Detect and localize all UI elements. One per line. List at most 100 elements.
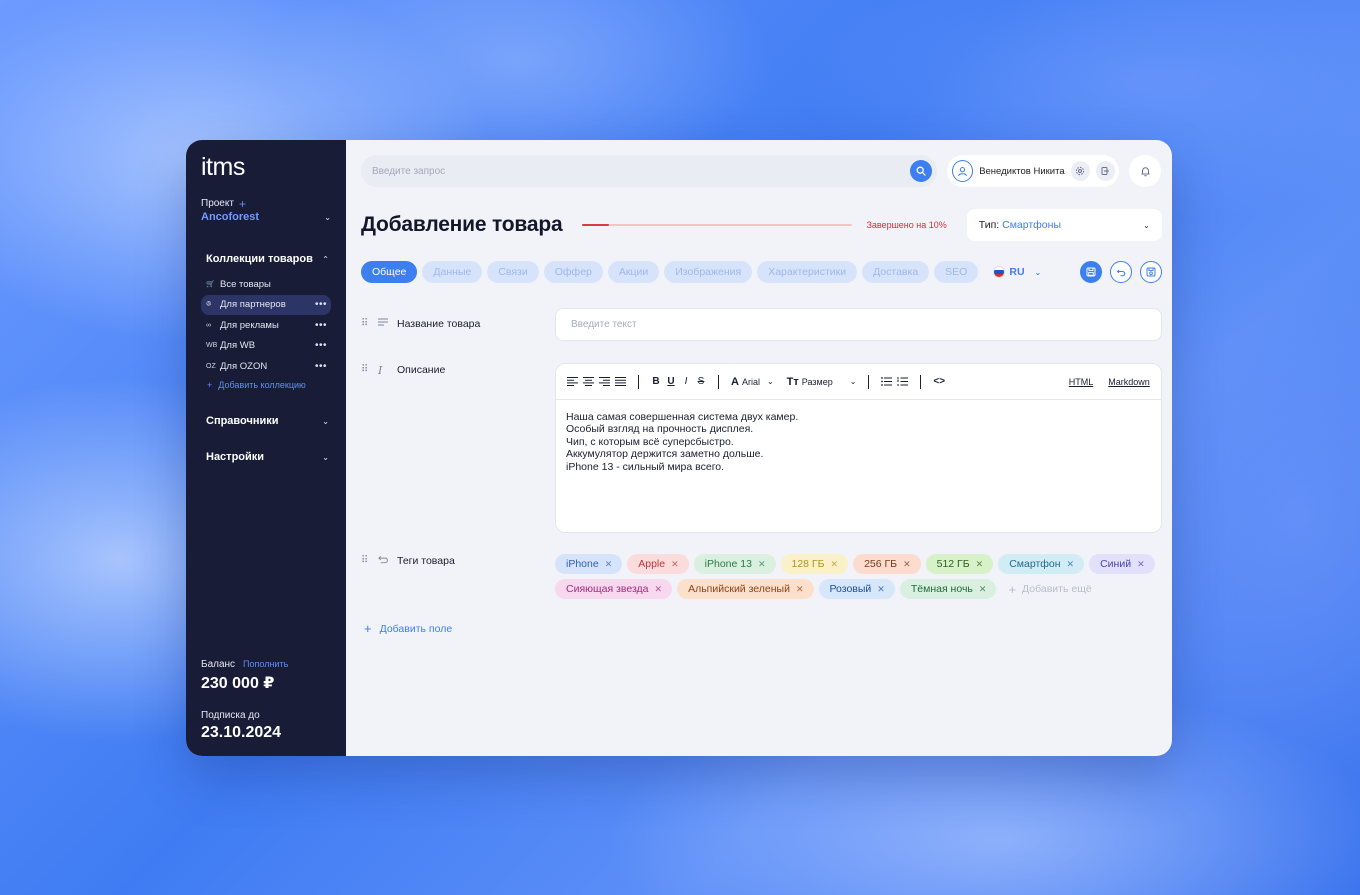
tab[interactable]: Изображения: [664, 261, 753, 283]
tab[interactable]: Связи: [487, 261, 539, 283]
remove-tag-icon[interactable]: ✕: [796, 584, 804, 595]
logout-icon: [1101, 167, 1110, 175]
add-project-icon[interactable]: +: [239, 198, 246, 210]
underline-icon[interactable]: U: [666, 375, 676, 389]
settings-button[interactable]: [1070, 161, 1090, 181]
project-label-text: Проект: [201, 198, 234, 209]
undo-button[interactable]: [1109, 261, 1132, 283]
topbar: Венедиктов Никита: [361, 155, 1162, 187]
remove-tag-icon[interactable]: ✕: [976, 559, 984, 570]
tab[interactable]: Характеристики: [757, 261, 858, 283]
add-tag-button[interactable]: + Добавить ещё: [1001, 579, 1091, 599]
font-family-select[interactable]: A Arial ⌄: [731, 376, 774, 388]
user-icon: [958, 166, 967, 176]
language-selector[interactable]: RU ⌄: [993, 266, 1041, 278]
bullet-list-icon[interactable]: [881, 375, 893, 389]
tag-chip: 512 ГБ ✕: [925, 554, 994, 574]
tag-label: 512 ГБ: [936, 558, 970, 570]
tag-chip: Apple ✕: [627, 554, 689, 574]
add-field-button[interactable]: + Добавить поле: [364, 621, 452, 636]
numbered-list-icon[interactable]: [897, 375, 909, 389]
chevron-down-icon: ⌄: [766, 377, 774, 386]
remove-tag-icon[interactable]: ✕: [877, 584, 885, 595]
notifications-button[interactable]: [1129, 155, 1161, 187]
sidebar-item[interactable]: ∞ Для рекламы •••: [201, 315, 331, 335]
align-center-icon[interactable]: [583, 375, 594, 389]
tab[interactable]: Акции: [607, 261, 660, 283]
avatar[interactable]: [952, 160, 974, 182]
collections-section-toggle[interactable]: Коллекции товаров ⌃: [201, 253, 331, 265]
progress-text: Завершено на 10%: [866, 220, 947, 230]
search-button[interactable]: [910, 160, 932, 182]
references-section-toggle[interactable]: Справочники ⌄: [201, 415, 331, 427]
tab[interactable]: Общее: [361, 261, 418, 283]
font-size-label: Размер: [801, 376, 833, 387]
sidebar-item[interactable]: WB Для WB •••: [201, 336, 331, 356]
more-options-icon[interactable]: •••: [315, 299, 327, 310]
product-name-input[interactable]: [571, 319, 1146, 330]
drag-handle-icon[interactable]: ⠿: [361, 555, 369, 566]
remove-tag-icon[interactable]: ✕: [758, 559, 766, 570]
remove-tag-icon[interactable]: ✕: [671, 559, 679, 570]
text-lines-icon: [378, 318, 388, 326]
html-mode-toggle[interactable]: HTML: [1069, 377, 1094, 387]
more-options-icon[interactable]: •••: [315, 320, 327, 331]
italic-icon[interactable]: I: [681, 375, 691, 389]
logout-button[interactable]: [1095, 161, 1115, 181]
align-right-icon[interactable]: [599, 375, 610, 389]
search-icon: [916, 166, 926, 176]
tag-label: iPhone: [566, 558, 599, 570]
editor-content[interactable]: Наша самая совершенная система двух каме…: [556, 400, 1161, 484]
plus-icon: +: [1008, 581, 1017, 597]
sidebar-item[interactable]: 🛒 Все товары: [201, 274, 331, 294]
more-options-icon[interactable]: •••: [315, 340, 327, 351]
tab[interactable]: Данные: [422, 261, 483, 283]
field-name-row: ⠿ Название товара: [361, 308, 1162, 341]
more-options-icon[interactable]: •••: [315, 361, 327, 372]
remove-tag-icon[interactable]: ✕: [655, 584, 663, 595]
topup-link[interactable]: Пополнить: [243, 659, 288, 669]
chevron-down-icon: ⌄: [322, 452, 329, 462]
subscription-value: 23.10.2024: [201, 724, 282, 741]
sidebar-item[interactable]: ꔮ Для партнеров •••: [201, 294, 331, 315]
tab[interactable]: SEO: [934, 261, 979, 283]
sidebar-item-label: Все товары: [220, 278, 271, 290]
user-panel: Венедиктов Никита: [947, 155, 1119, 187]
drag-handle-icon[interactable]: ⠿: [361, 364, 369, 375]
tag-chip: Альпийский зеленый ✕: [677, 579, 814, 599]
collections-list: 🛒 Все товары ꔮ Для партнеров ••• ∞ Для рекламы…: [201, 274, 331, 376]
add-collection-link[interactable]: + Добавить коллекцию: [201, 380, 331, 390]
tag-label: 256 ГБ: [864, 558, 898, 570]
tag-label: iPhone 13: [704, 558, 752, 570]
remove-tag-icon[interactable]: ✕: [605, 559, 613, 570]
save-as-button[interactable]: [1139, 261, 1162, 283]
align-left-icon[interactable]: [567, 375, 578, 389]
font-icon: A: [731, 375, 739, 388]
font-size-select[interactable]: Tт Размер ⌄: [787, 376, 857, 388]
field-tags-label: ⠿ Теги товара: [361, 554, 555, 599]
bold-icon[interactable]: B: [651, 375, 661, 389]
remove-tag-icon[interactable]: ✕: [1067, 559, 1075, 570]
align-justify-icon[interactable]: [615, 375, 626, 389]
save-button[interactable]: [1079, 261, 1102, 283]
code-icon[interactable]: <>: [933, 375, 945, 389]
project-selector[interactable]: Ancoforest ⌄: [201, 211, 331, 223]
tab[interactable]: Доставка: [862, 261, 930, 283]
remove-tag-icon[interactable]: ✕: [1137, 559, 1145, 570]
settings-section-toggle[interactable]: Настройки ⌄: [201, 451, 331, 463]
tag-label: Альпийский зеленый: [688, 583, 790, 595]
type-select[interactable]: Тип: Смартфоны ⌄: [966, 209, 1162, 241]
markdown-mode-toggle[interactable]: Markdown: [1108, 377, 1150, 387]
sidebar-item[interactable]: OZ Для OZON •••: [201, 356, 331, 376]
remove-tag-icon[interactable]: ✕: [831, 559, 839, 570]
tab[interactable]: Оффер: [543, 261, 603, 283]
search-input[interactable]: [372, 165, 852, 177]
strikethrough-icon[interactable]: S: [696, 375, 706, 389]
drag-handle-icon[interactable]: ⠿: [361, 318, 369, 329]
settings-title: Настройки: [206, 451, 265, 464]
remove-tag-icon[interactable]: ✕: [979, 584, 987, 595]
remove-tag-icon[interactable]: ✕: [903, 559, 911, 570]
editor-line: Чип, с которым всё суперсбыстро.: [566, 435, 734, 448]
editor-line: iPhone 13 - сильный мира всего.: [566, 460, 725, 473]
user-name[interactable]: Венедиктов Никита: [979, 166, 1064, 177]
